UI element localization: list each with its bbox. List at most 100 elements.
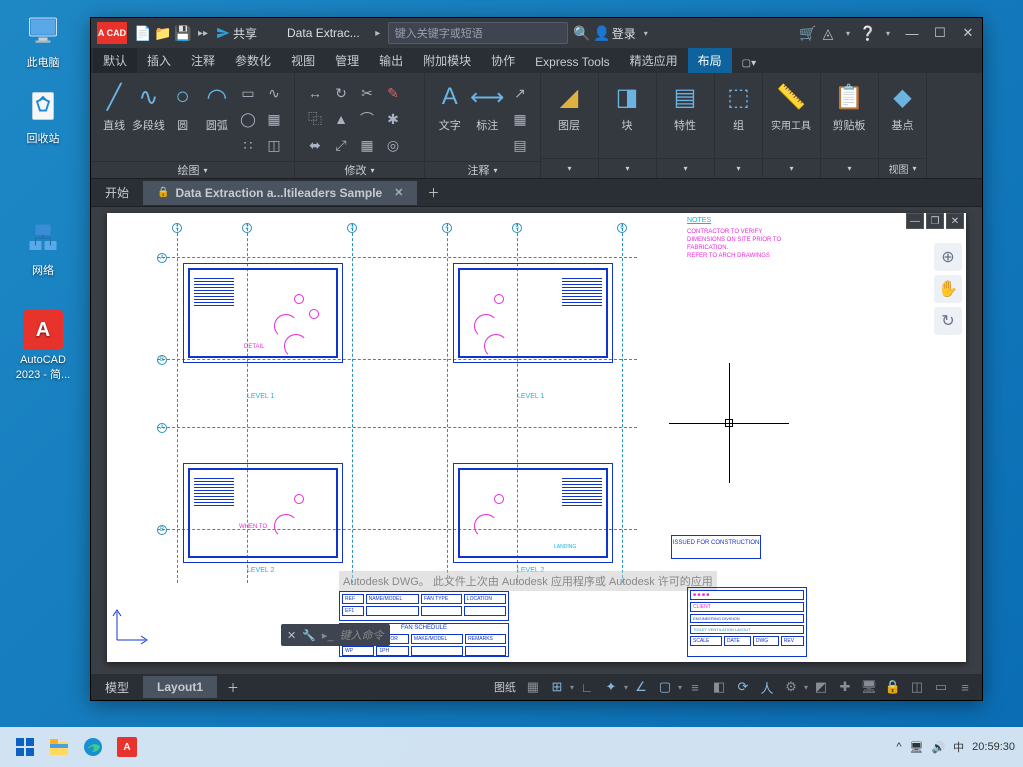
paper-space[interactable]: 1 2 3 4 5 6 A B A B DETAIL LEVEL 1	[107, 213, 966, 662]
selection-cycle-icon[interactable]: ⟳	[732, 677, 754, 697]
share-label[interactable]: 共享	[233, 25, 257, 42]
app-menu-button[interactable]: A CAD	[97, 22, 127, 44]
layers-button[interactable]: ◢图层	[547, 77, 591, 133]
tab-layout1[interactable]: Layout1	[143, 676, 217, 698]
leader-icon[interactable]: ↗	[508, 81, 532, 105]
desktop-icon-autocad[interactable]: A AutoCAD 2023 - 简...	[8, 310, 78, 382]
vp-restore[interactable]: ❐	[926, 213, 944, 229]
panel-props-exp[interactable]: ▾	[657, 158, 714, 178]
tray-volume-icon[interactable]: 🔊	[931, 741, 945, 754]
new-layout-button[interactable]: ＋	[217, 675, 249, 700]
panel-layers-exp[interactable]: ▾	[541, 158, 598, 178]
transparency-icon[interactable]: ◧	[708, 677, 730, 697]
panel-block-exp[interactable]: ▾	[599, 158, 656, 178]
trim-icon[interactable]: ✂	[355, 81, 379, 105]
tab-model[interactable]: 模型	[91, 675, 143, 700]
desktop-icon-recycle[interactable]: 回收站	[8, 86, 78, 146]
app-dropdown[interactable]: ▾	[838, 23, 858, 43]
move-icon[interactable]: ↔	[303, 81, 327, 105]
tab-close-icon[interactable]: ✕	[394, 186, 403, 199]
utils-button[interactable]: 📏实用工具	[769, 77, 813, 132]
basepoint-button[interactable]: ◆基点	[885, 77, 920, 133]
app-share-icon[interactable]: ◬	[818, 23, 838, 43]
fillet-icon[interactable]: ⌒	[355, 107, 379, 131]
clean-screen-icon[interactable]: ▭	[930, 677, 952, 697]
line-button[interactable]: ╱直线	[97, 77, 131, 133]
panel-draw-label[interactable]: 绘图▾	[91, 161, 294, 178]
save-icon[interactable]: 💾	[173, 23, 193, 43]
tab-featured[interactable]: 精选应用	[620, 48, 688, 73]
panel-clip-exp[interactable]: ▾	[821, 158, 878, 178]
command-line[interactable]: ✕ 🔧 ▸_ 键入命令	[281, 624, 390, 646]
maximize-button[interactable]: ☐	[926, 18, 954, 48]
isolate-icon[interactable]: ◫	[906, 677, 928, 697]
open-icon[interactable]: 📁	[153, 23, 173, 43]
anno-monitor-icon[interactable]: ◩	[810, 677, 832, 697]
tab-output[interactable]: 输出	[369, 48, 413, 73]
group-button[interactable]: ⬚组	[721, 77, 756, 133]
close-button[interactable]: ✕	[954, 18, 982, 48]
user-icon[interactable]: 👤	[592, 23, 612, 43]
new-icon[interactable]: 📄	[133, 23, 153, 43]
lock-ui-icon[interactable]: 🔒	[882, 677, 904, 697]
table-icon[interactable]: ▦	[508, 107, 532, 131]
props-button[interactable]: ▤特性	[663, 77, 707, 133]
help-search-input[interactable]: 键入关键字或短语	[388, 22, 568, 44]
scale-icon[interactable]: ⤢	[329, 133, 353, 157]
ortho-icon[interactable]: ∟	[576, 677, 598, 697]
help-dropdown[interactable]: ▾	[878, 23, 898, 43]
new-tab-button[interactable]: ＋	[417, 179, 449, 206]
cmd-close-icon[interactable]: ✕	[287, 629, 296, 642]
panel-modify-label[interactable]: 修改▾	[295, 161, 424, 178]
qprops-icon[interactable]: 🖥	[858, 677, 880, 697]
autocad-taskbar-button[interactable]: A	[112, 732, 142, 762]
dimension-button[interactable]: ⟷标注	[469, 77, 507, 133]
tab-collab[interactable]: 协作	[481, 48, 525, 73]
share-icon[interactable]	[213, 23, 233, 43]
login-dropdown[interactable]: ▾	[636, 23, 656, 43]
units-icon[interactable]: ✚	[834, 677, 856, 697]
tab-default[interactable]: 默认	[93, 48, 137, 73]
tray-chevron-icon[interactable]: ^	[896, 741, 901, 753]
clipboard-button[interactable]: 📋剪贴板	[827, 77, 871, 133]
cmd-config-icon[interactable]: 🔧	[302, 629, 316, 642]
panel-group-exp[interactable]: ▾	[715, 158, 762, 178]
mirror-icon[interactable]: ▲	[329, 107, 353, 131]
polyline-button[interactable]: ∿多段线	[131, 77, 165, 133]
mtext-icon[interactable]: ▤	[508, 133, 532, 157]
osnap-icon[interactable]: ∠	[630, 677, 652, 697]
title-dropdown-icon[interactable]: ▸	[368, 23, 388, 43]
tab-insert[interactable]: 插入	[137, 48, 181, 73]
panel-utils-exp[interactable]: ▾	[763, 158, 820, 178]
app-exchange-icon[interactable]: 🛒	[798, 23, 818, 43]
array-icon[interactable]: ▦	[355, 133, 379, 157]
customize-icon[interactable]: ≡	[954, 677, 976, 697]
orbit-icon[interactable]: ↻	[934, 307, 962, 335]
help-icon[interactable]: ❔	[858, 23, 878, 43]
region-icon[interactable]: ◫	[262, 133, 286, 157]
lineweight-icon[interactable]: ≡	[684, 677, 706, 697]
tab-annotate[interactable]: 注释	[181, 48, 225, 73]
paper-toggle[interactable]: 图纸	[494, 679, 516, 695]
explorer-button[interactable]	[44, 732, 74, 762]
minimize-button[interactable]: —	[898, 18, 926, 48]
explode-icon[interactable]: ✱	[381, 107, 405, 131]
workspace-icon[interactable]: ⚙	[780, 677, 802, 697]
grid-icon[interactable]: ▦	[522, 677, 544, 697]
pan-icon[interactable]: ✋	[934, 275, 962, 303]
qat-more-icon[interactable]: ▸▸	[193, 23, 213, 43]
arc-button[interactable]: ◠圆弧	[200, 77, 234, 133]
vp-close[interactable]: ✕	[946, 213, 964, 229]
tab-more-icon[interactable]: ▢▾	[732, 54, 766, 73]
hatch-icon[interactable]: ▦	[262, 107, 286, 131]
drawing-canvas[interactable]: 1 2 3 4 5 6 A B A B DETAIL LEVEL 1	[91, 207, 982, 674]
tab-start[interactable]: 开始	[91, 179, 143, 206]
point-icon[interactable]: ∷	[236, 133, 260, 157]
circle-button[interactable]: ○圆	[166, 77, 200, 133]
rotate-icon[interactable]: ↻	[329, 81, 353, 105]
annotation-scale-icon[interactable]: 人	[756, 677, 778, 697]
otrack-icon[interactable]: ▢	[654, 677, 676, 697]
offset-icon[interactable]: ◎	[381, 133, 405, 157]
tab-parametric[interactable]: 参数化	[225, 48, 281, 73]
tray-display-icon[interactable]: 🖥	[910, 741, 924, 754]
